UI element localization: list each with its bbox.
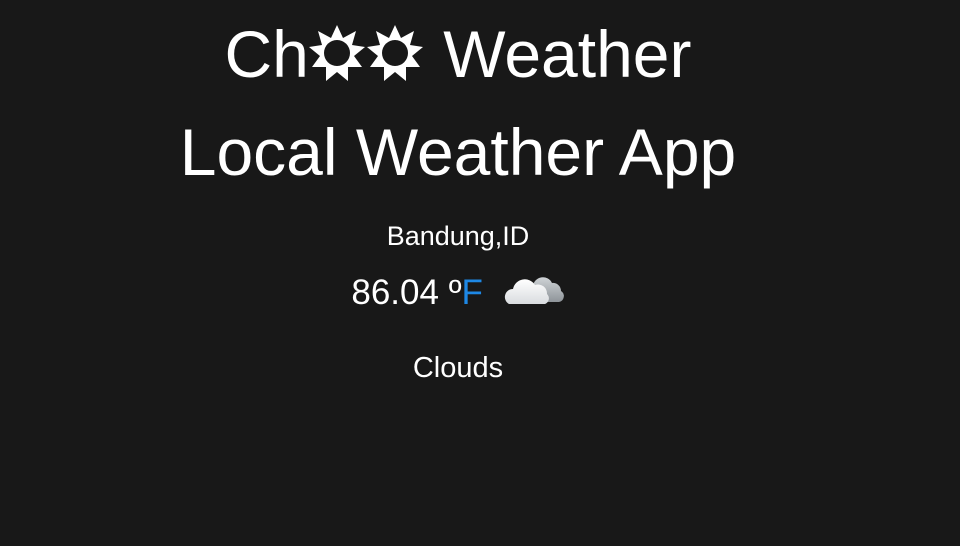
app-title: Ch Weather: [0, 14, 916, 100]
weather-app: Ch Weather Local Weather App Bandung,ID …: [0, 0, 960, 546]
app-subtitle: Local Weather App: [179, 115, 737, 189]
weather-description: Clouds: [412, 352, 504, 384]
title-prefix: Ch: [224, 17, 309, 91]
title-suffix: Weather: [424, 17, 692, 91]
temperature-row: 86.04 ºF: [0, 270, 916, 319]
cloud-icon: [503, 270, 565, 319]
unit-toggle[interactable]: F: [462, 273, 483, 312]
sun-outline-icon: [307, 20, 367, 100]
degree-symbol: º: [448, 273, 462, 312]
sun-outline-icon: [365, 20, 425, 100]
location-label: Bandung,ID: [386, 221, 530, 251]
temperature-value: 86.04: [351, 273, 439, 312]
